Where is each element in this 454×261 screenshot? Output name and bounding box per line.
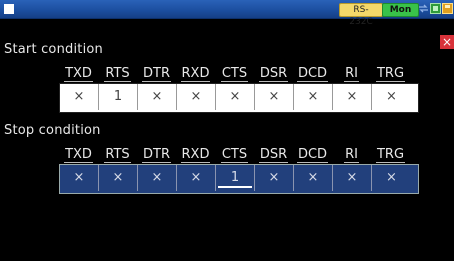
stop-trg-cell[interactable]: × [372,165,411,191]
header-dtr: DTR [142,147,171,163]
header-ri: RI [344,66,359,82]
start-txd-cell[interactable]: × [60,84,99,110]
start-rts-cell[interactable]: 1 [99,84,138,110]
stop-rts-cell[interactable]: × [99,165,138,191]
header-ri: RI [344,147,359,163]
stop-dcd-cell[interactable]: × [294,165,333,191]
start-dsr-cell[interactable]: × [255,84,294,110]
header-dcd: DCD [296,66,329,82]
stop-ri-cell[interactable]: × [333,165,372,191]
start-rxd-cell[interactable]: × [177,84,216,110]
header-rxd: RXD [180,66,211,82]
header-rxd: RXD [180,147,211,163]
header-rts: RTS [104,147,131,163]
link-arrows-icon [419,4,428,13]
top-status-bar: RS-232C Mon [0,0,454,27]
mode-badge: Mon [382,3,419,17]
stop-condition-title: Stop condition [4,123,101,138]
menu-square-icon[interactable] [4,4,14,14]
header-trg: TRG [375,147,406,163]
stop-txd-cell[interactable]: × [60,165,99,191]
stop-dtr-cell[interactable]: × [138,165,177,191]
start-ri-cell[interactable]: × [333,84,372,110]
header-trg: TRG [375,66,406,82]
start-trg-cell[interactable]: × [372,84,411,110]
header-txd: TXD [64,147,93,163]
start-dcd-cell[interactable]: × [294,84,333,110]
header-cts: CTS [220,66,249,82]
record-icon [430,3,441,14]
header-dsr: DSR [258,147,289,163]
start-condition-title: Start condition [4,42,103,57]
stop-condition-row: × × × × 1 × × × × [59,164,419,194]
header-dsr: DSR [258,66,289,82]
close-button[interactable]: × [440,35,454,49]
header-txd: TXD [64,66,93,82]
start-dtr-cell[interactable]: × [138,84,177,110]
header-rts: RTS [104,66,131,82]
stop-rxd-cell[interactable]: × [177,165,216,191]
storage-icon [442,3,453,14]
stop-dsr-cell[interactable]: × [255,165,294,191]
header-cts: CTS [220,147,249,163]
header-dcd: DCD [296,147,329,163]
start-condition-row: × 1 × × × × × × × [59,83,419,113]
header-dtr: DTR [142,66,171,82]
stop-cts-cell[interactable]: 1 [216,165,255,191]
start-cts-cell[interactable]: × [216,84,255,110]
port-badge: RS-232C [339,3,383,27]
